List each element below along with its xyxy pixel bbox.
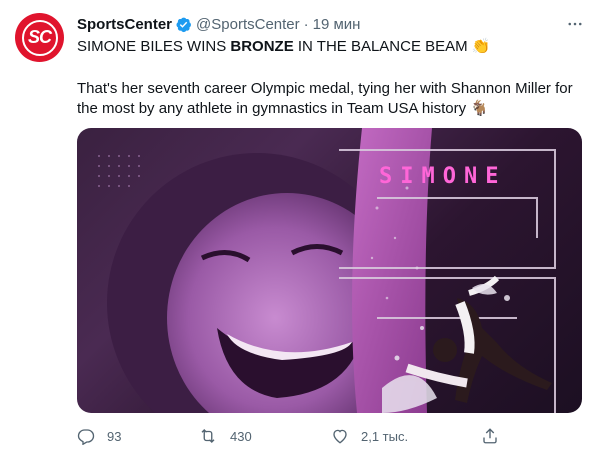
reply-button[interactable]: 93 <box>77 427 121 445</box>
tweet-text-line3: the most by any athlete in gymnastics in… <box>77 100 489 117</box>
tweet-actions: 93 430 2,1 тыс. <box>77 427 582 447</box>
reply-icon <box>77 429 95 445</box>
share-button[interactable] <box>481 427 499 445</box>
verified-badge-icon <box>175 16 192 33</box>
tweet[interactable]: SC SportsCenter @SportsCenter · 19 мин S… <box>0 0 597 459</box>
more-icon[interactable] <box>565 14 585 34</box>
tweet-text-line2: That's her seventh career Olympic medal,… <box>77 80 573 97</box>
retweet-icon <box>201 429 215 443</box>
tweet-text-line1: SIMONE BILES WINS BRONZE IN THE BALANCE … <box>77 37 491 57</box>
avatar[interactable]: SC <box>15 13 64 62</box>
timestamp[interactable]: 19 мин <box>313 16 361 33</box>
text-suffix: IN THE BALANCE BEAM 👏 <box>293 38 491 55</box>
reply-count: 93 <box>107 428 122 444</box>
separator: · <box>303 15 309 33</box>
tweet-header: SportsCenter @SportsCenter · 19 мин <box>77 14 360 34</box>
dot-pattern <box>98 155 140 187</box>
text-prefix: SIMONE BILES WINS <box>77 38 231 55</box>
tweet-image[interactable]: SIMONE <box>77 128 582 413</box>
image-overlay-text: SIMONE <box>379 164 507 189</box>
gymnast-figure <box>405 275 552 403</box>
sportscenter-logo: SC <box>21 19 58 56</box>
author-name[interactable]: SportsCenter <box>77 16 172 33</box>
retweet-count: 430 <box>230 428 252 444</box>
retweet-button[interactable]: 430 <box>198 427 252 445</box>
like-button[interactable]: 2,1 тыс. <box>331 427 408 445</box>
share-icon <box>483 428 497 444</box>
text-bold: BRONZE <box>230 38 294 55</box>
author-handle[interactable]: @SportsCenter <box>196 16 300 33</box>
heart-icon <box>333 429 347 444</box>
like-count: 2,1 тыс. <box>361 428 409 444</box>
